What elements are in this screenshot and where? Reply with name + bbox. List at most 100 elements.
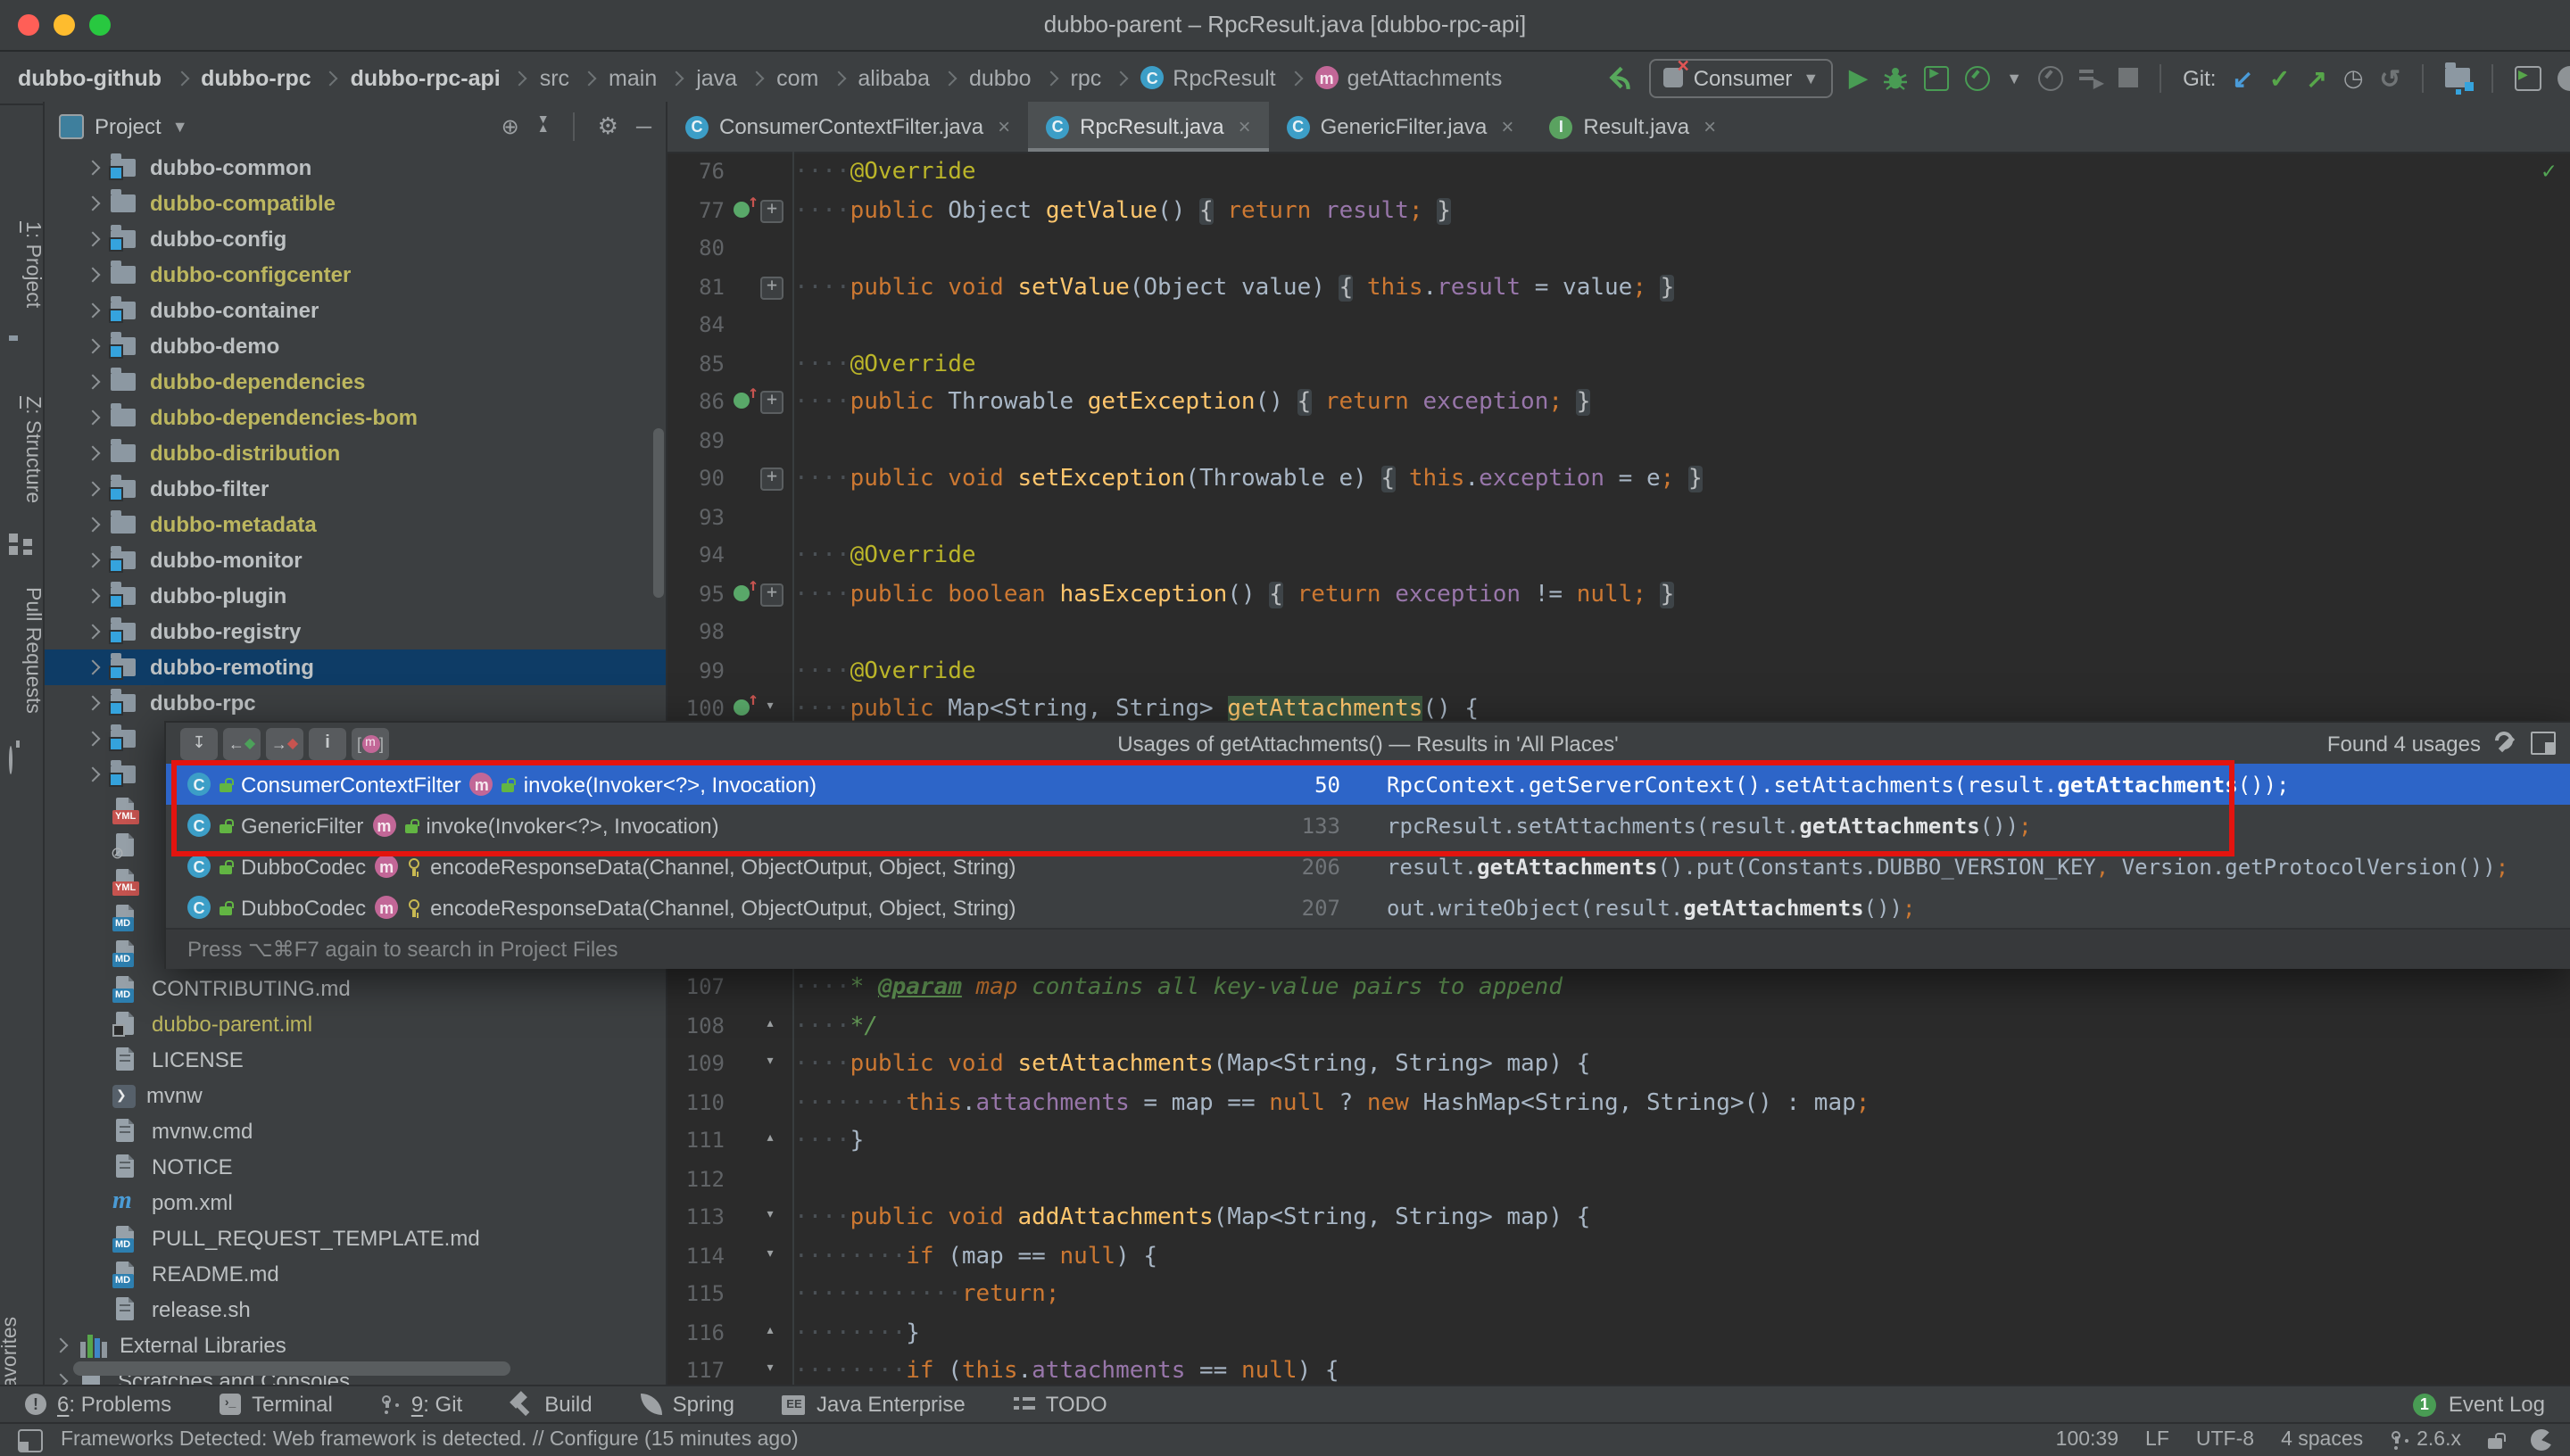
chevron-right-icon[interactable]	[86, 625, 101, 640]
tree-row[interactable]: dubbo-dependencies	[45, 364, 666, 400]
toolwindow-button-problems[interactable]: !6: Problems	[25, 1392, 171, 1417]
next-occurrence-button[interactable]: →◆	[266, 727, 303, 759]
chevron-right-icon[interactable]	[86, 161, 101, 176]
run-with-coverage-button[interactable]	[1924, 65, 1949, 90]
chevron-down-icon[interactable]: ▼	[172, 117, 188, 135]
breadcrumb-item[interactable]: mgetAttachments	[1315, 65, 1503, 90]
info-button[interactable]: i	[309, 727, 346, 759]
profiler-chevron-icon[interactable]: ▼	[2006, 69, 2022, 87]
hide-panel-icon[interactable]: ─	[636, 113, 651, 138]
tab-rpcresult-java[interactable]: CRpcResult.java×	[1028, 102, 1268, 152]
chevron-right-icon[interactable]	[86, 232, 101, 247]
tree-row[interactable]: MDPULL_REQUEST_TEMPLATE.md	[45, 1220, 666, 1256]
chevron-right-icon[interactable]	[86, 482, 101, 497]
breadcrumb-item[interactable]: src	[540, 65, 569, 90]
event-log-button[interactable]: 1 Event Log	[2413, 1392, 2545, 1417]
toolwindow-button-todo[interactable]: TODO	[1014, 1392, 1107, 1417]
tree-row[interactable]: dubbo-container	[45, 293, 666, 328]
toolwindow-button-java-enterprise[interactable]: EEJava Enterprise	[783, 1392, 966, 1417]
chevron-right-icon[interactable]	[86, 196, 101, 211]
toolwindow-button-terminal[interactable]: ›_Terminal	[220, 1392, 333, 1417]
tab-consumercontextfilter-java[interactable]: CConsumerContextFilter.java×	[667, 102, 1028, 152]
fold-marker-icon[interactable]: ▾	[760, 1245, 780, 1264]
tab-result-java[interactable]: IResult.java×	[1531, 102, 1734, 152]
breadcrumb-item[interactable]: CRpcResult	[1140, 65, 1275, 90]
fold-marker-icon[interactable]: ▾	[760, 1206, 780, 1226]
breadcrumb-item[interactable]: java	[696, 65, 737, 90]
tree-row[interactable]: dubbo-distribution	[45, 435, 666, 471]
tree-row[interactable]: dubbo-dependencies-bom	[45, 400, 666, 435]
toolwindow-button-git-branch[interactable]: 9: Git	[381, 1392, 462, 1417]
fold-marker-icon[interactable]: +	[760, 276, 783, 299]
fold-marker-icon[interactable]: ▾	[760, 698, 780, 717]
method-filter-button[interactable]: [m]	[352, 727, 389, 759]
git-update-button[interactable]: ↙	[2232, 65, 2252, 90]
sidebar-stripe-structure[interactable]: Z: Structure	[0, 384, 43, 516]
highlighting-level-icon[interactable]	[2531, 1429, 2552, 1451]
locate-file-icon[interactable]: ⊕	[502, 113, 519, 138]
git-branch-indicator[interactable]: 2.6.x	[2390, 1429, 2461, 1451]
navigate-back-icon[interactable]	[1606, 64, 1633, 91]
tree-row[interactable]: dubbo-remoting	[45, 649, 666, 685]
open-in-find-window-button[interactable]: ↧	[180, 727, 218, 759]
line-ending-indicator[interactable]: LF	[2145, 1429, 2169, 1451]
project-structure-icon[interactable]	[2445, 68, 2470, 87]
tree-row[interactable]: MDCONTRIBUTING.md	[45, 971, 666, 1006]
tree-row[interactable]: MDREADME.md	[45, 1256, 666, 1292]
chevron-right-icon[interactable]	[86, 660, 101, 675]
breadcrumb-item[interactable]: dubbo-rpc-api	[351, 65, 501, 90]
tree-row[interactable]: dubbo-config	[45, 221, 666, 257]
fold-marker-icon[interactable]: +	[760, 199, 783, 222]
tree-horizontal-scrollbar[interactable]	[73, 1361, 510, 1376]
fold-marker-icon[interactable]: ▾	[760, 1053, 780, 1072]
breadcrumb-item[interactable]: dubbo	[969, 65, 1032, 90]
breadcrumb-item[interactable]: alibaba	[858, 65, 930, 90]
tree-row[interactable]: dubbo-plugin	[45, 578, 666, 614]
chevron-right-icon[interactable]	[86, 339, 101, 354]
tool-window-toggle-icon[interactable]	[18, 1428, 43, 1452]
sidebar-stripe-favorites[interactable]: 2: Favorites	[0, 1308, 43, 1385]
usage-row[interactable]: CDubboCodecmencodeResponseData(Channel, …	[166, 846, 2570, 887]
chevron-right-icon[interactable]	[86, 268, 101, 283]
pull-requests-icon[interactable]	[9, 746, 12, 774]
chevron-right-icon[interactable]	[54, 1374, 69, 1385]
toolwindow-button-spring[interactable]: Spring	[641, 1392, 734, 1417]
override-marker-icon[interactable]	[734, 201, 750, 217]
chevron-right-icon[interactable]	[86, 517, 101, 533]
fold-marker-icon[interactable]: +	[760, 391, 783, 414]
profiler-button[interactable]	[1965, 65, 1990, 90]
tree-row[interactable]: dubbo-parent.iml	[45, 1006, 666, 1042]
breadcrumb-item[interactable]: com	[776, 65, 818, 90]
chevron-right-icon[interactable]	[86, 303, 101, 318]
run-console-icon[interactable]	[2515, 65, 2541, 90]
tree-row[interactable]: dubbo-monitor	[45, 542, 666, 578]
indent-indicator[interactable]: 4 spaces	[2281, 1429, 2363, 1451]
tree-row[interactable]: LICENSE	[45, 1042, 666, 1078]
chevron-right-icon[interactable]	[86, 410, 101, 426]
caret-position[interactable]: 100:39	[2056, 1429, 2118, 1451]
chevron-right-icon[interactable]	[86, 732, 101, 747]
breadcrumb-item[interactable]: main	[609, 65, 657, 90]
tree-vertical-scrollbar[interactable]	[653, 428, 664, 598]
tree-row[interactable]: dubbo-metadata	[45, 507, 666, 542]
tree-row[interactable]: mvnw.cmd	[45, 1113, 666, 1149]
override-marker-icon[interactable]	[734, 699, 750, 716]
close-tab-icon[interactable]: ×	[1239, 114, 1251, 139]
git-commit-button[interactable]: ✓	[2269, 65, 2290, 90]
run-button[interactable]: ▶	[1849, 66, 1867, 89]
chevron-right-icon[interactable]	[86, 589, 101, 604]
toolwindow-button-build[interactable]: Build	[510, 1392, 592, 1417]
override-marker-icon[interactable]	[734, 584, 750, 600]
tree-row[interactable]: mvnw	[45, 1078, 666, 1113]
readonly-toggle-icon[interactable]	[2488, 1432, 2504, 1448]
breadcrumb-item[interactable]: dubbo-rpc	[201, 65, 311, 90]
settings-wrench-icon[interactable]	[2495, 732, 2516, 754]
run-configuration-select[interactable]: Consumer ▼	[1649, 58, 1834, 97]
tree-row[interactable]: NOTICE	[45, 1149, 666, 1185]
tree-row[interactable]: mpom.xml	[45, 1185, 666, 1220]
tree-row[interactable]: dubbo-common	[45, 150, 666, 186]
override-marker-icon[interactable]	[734, 393, 750, 409]
git-push-button[interactable]: ↗	[2306, 65, 2326, 90]
tree-row[interactable]: External Libraries	[45, 1328, 666, 1363]
open-in-window-icon[interactable]	[2531, 732, 2556, 755]
